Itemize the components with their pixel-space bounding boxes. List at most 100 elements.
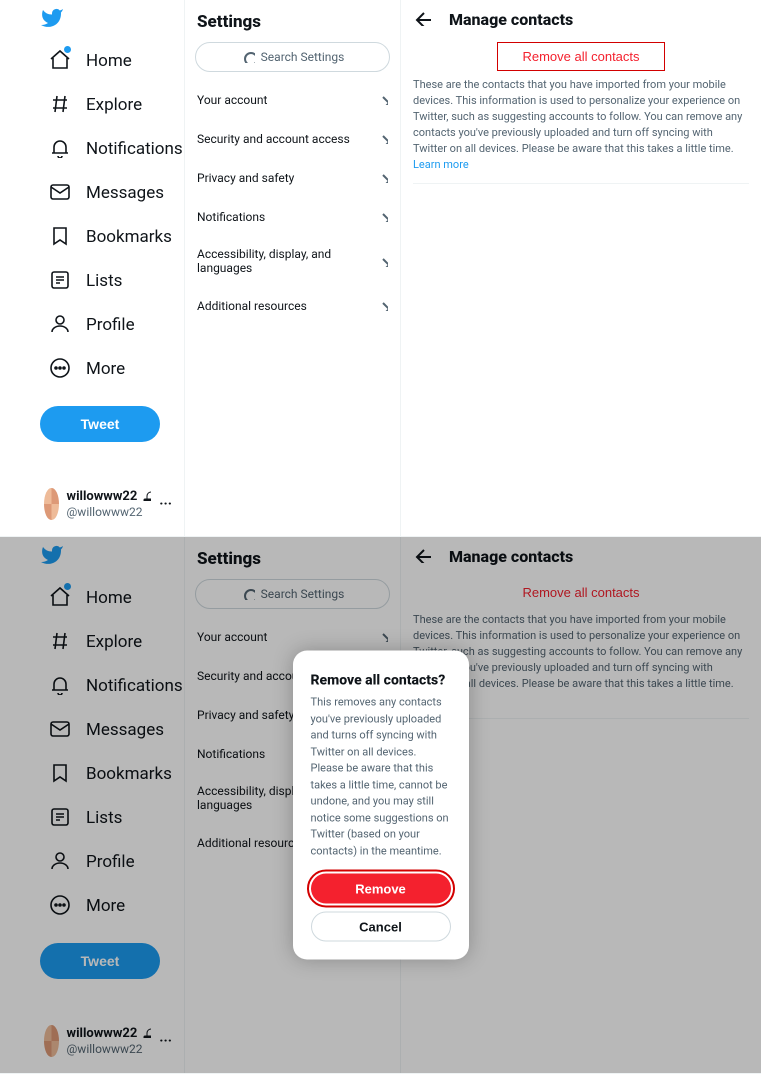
twitter-logo[interactable] xyxy=(40,6,176,34)
more-circle-icon xyxy=(48,893,70,919)
nav-item-label: Bookmarks xyxy=(86,227,172,247)
nav-item-profile[interactable]: Profile xyxy=(40,304,176,346)
unread-dot xyxy=(64,583,71,590)
bookmark-icon xyxy=(48,224,70,250)
page-title: Manage contacts xyxy=(449,547,573,566)
envelope-icon xyxy=(48,717,70,743)
remove-contacts-dialog: Remove all contacts? This removes any co… xyxy=(293,651,469,960)
settings-item[interactable]: Notifications xyxy=(185,197,400,236)
hash-icon xyxy=(48,629,70,655)
nav-item-lists[interactable]: Lists xyxy=(40,260,176,302)
nav-item-home[interactable]: Home xyxy=(40,577,176,619)
primary-nav: Home Explore Notifications Messages Book… xyxy=(40,577,176,927)
settings-item-label: Additional resources xyxy=(197,836,307,850)
chevron-right-icon xyxy=(374,208,388,225)
bell-icon xyxy=(48,136,70,162)
confirm-remove-button[interactable]: Remove xyxy=(311,874,451,904)
nav-item-label: More xyxy=(86,896,125,916)
nav-item-label: Profile xyxy=(86,852,135,872)
nav-item-home[interactable]: Home xyxy=(40,40,176,82)
envelope-icon xyxy=(48,180,70,206)
nav-item-label: Explore xyxy=(86,632,142,652)
more-icon[interactable]: ··· xyxy=(159,1033,172,1049)
account-handle: @willowww22 xyxy=(67,505,152,519)
nav-item-messages[interactable]: Messages xyxy=(40,172,176,214)
description-text: These are the contacts that you have imp… xyxy=(413,77,749,184)
account-name: willowww22 xyxy=(67,489,152,506)
search-input[interactable]: Search Settings xyxy=(195,579,390,609)
lock-icon xyxy=(139,1026,151,1043)
screenshot-step-1: Home Explore Notifications Messages Book… xyxy=(0,0,761,537)
nav-item-notifications[interactable]: Notifications xyxy=(40,128,176,170)
nav-item-more[interactable]: More xyxy=(40,885,176,927)
nav-item-explore[interactable]: Explore xyxy=(40,84,176,126)
search-icon xyxy=(241,586,255,603)
tweet-button[interactable]: Tweet xyxy=(40,406,160,442)
nav-item-bookmarks[interactable]: Bookmarks xyxy=(40,216,176,258)
nav-item-label: More xyxy=(86,359,125,379)
chevron-right-icon xyxy=(374,297,388,314)
account-name: willowww22 xyxy=(67,1026,152,1043)
list-icon xyxy=(48,805,70,831)
chevron-right-icon xyxy=(374,91,388,108)
avatar xyxy=(44,1025,59,1057)
settings-item-label: Accessibility, display, and languages xyxy=(197,247,374,275)
screenshot-step-2: Home Explore Notifications Messages Book… xyxy=(0,537,761,1074)
settings-item[interactable]: Additional resources xyxy=(185,286,400,325)
account-switcher[interactable]: willowww22 @willowww22 ··· xyxy=(40,482,176,526)
search-placeholder: Search Settings xyxy=(261,50,345,64)
settings-item-label: Notifications xyxy=(197,747,265,761)
lock-icon xyxy=(139,489,151,506)
person-icon xyxy=(48,312,70,338)
settings-column: Settings Search Settings Your account Se… xyxy=(184,0,400,536)
more-icon[interactable]: ··· xyxy=(159,496,172,512)
person-icon xyxy=(48,849,70,875)
settings-item[interactable]: Privacy and safety xyxy=(185,158,400,197)
settings-item[interactable]: Your account xyxy=(185,80,400,119)
nav-item-messages[interactable]: Messages xyxy=(40,709,176,751)
nav-item-lists[interactable]: Lists xyxy=(40,797,176,839)
search-input[interactable]: Search Settings xyxy=(195,42,390,72)
nav-item-profile[interactable]: Profile xyxy=(40,841,176,883)
more-circle-icon xyxy=(48,356,70,382)
nav-item-label: Messages xyxy=(86,720,164,740)
chevron-right-icon xyxy=(374,169,388,186)
settings-title: Settings xyxy=(185,545,400,579)
back-button[interactable] xyxy=(413,8,431,30)
nav-item-bookmarks[interactable]: Bookmarks xyxy=(40,753,176,795)
nav-item-explore[interactable]: Explore xyxy=(40,621,176,663)
nav-item-label: Bookmarks xyxy=(86,764,172,784)
hash-icon xyxy=(48,92,70,118)
nav-item-more[interactable]: More xyxy=(40,348,176,390)
sidebar: Home Explore Notifications Messages Book… xyxy=(0,537,184,1073)
nav-item-label: Lists xyxy=(86,271,122,291)
list-icon xyxy=(48,268,70,294)
bell-icon xyxy=(48,673,70,699)
settings-item[interactable]: Security and account access xyxy=(185,119,400,158)
nav-item-notifications[interactable]: Notifications xyxy=(40,665,176,707)
tweet-button[interactable]: Tweet xyxy=(40,943,160,979)
primary-nav: Home Explore Notifications Messages Book… xyxy=(40,40,176,390)
chevron-right-icon xyxy=(374,130,388,147)
nav-item-label: Messages xyxy=(86,183,164,203)
account-switcher[interactable]: willowww22 @willowww22 ··· xyxy=(40,1019,176,1063)
learn-more-link[interactable]: Learn more xyxy=(413,158,469,171)
search-placeholder: Search Settings xyxy=(261,587,345,601)
twitter-logo[interactable] xyxy=(40,543,176,571)
dialog-title: Remove all contacts? xyxy=(311,673,451,689)
remove-all-contacts-button[interactable]: Remove all contacts xyxy=(497,42,664,71)
settings-item-label: Additional resources xyxy=(197,299,307,313)
nav-item-label: Profile xyxy=(86,315,135,335)
sidebar: Home Explore Notifications Messages Book… xyxy=(0,0,184,536)
account-handle: @willowww22 xyxy=(67,1042,152,1056)
nav-item-label: Home xyxy=(86,51,132,71)
search-icon xyxy=(241,49,255,66)
bookmark-icon xyxy=(48,761,70,787)
settings-item-label: Privacy and safety xyxy=(197,708,294,722)
settings-item-label: Notifications xyxy=(197,210,265,224)
settings-title: Settings xyxy=(185,8,400,42)
remove-all-contacts-button[interactable]: Remove all contacts xyxy=(498,579,663,606)
settings-item[interactable]: Accessibility, display, and languages xyxy=(185,236,400,286)
cancel-button[interactable]: Cancel xyxy=(311,912,451,942)
back-button[interactable] xyxy=(413,545,431,567)
